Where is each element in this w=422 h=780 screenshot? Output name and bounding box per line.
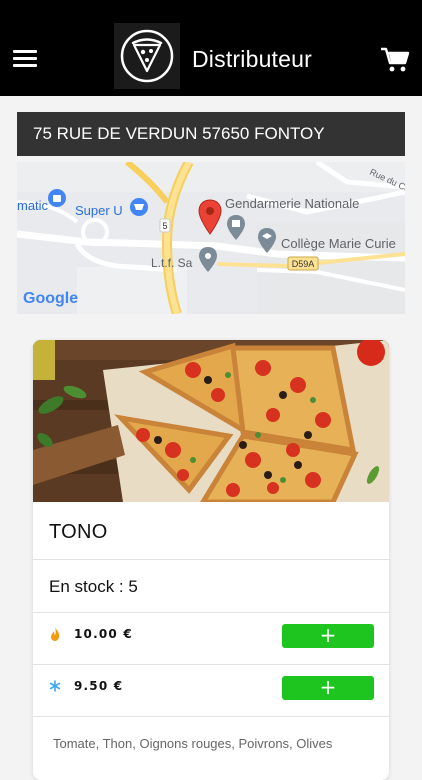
product-card: TONO En stock : 5 10.00 € + 9.50 € + Tom… <box>33 340 389 780</box>
price-value-hot: 10.00 € <box>74 627 133 641</box>
map-shop-marker[interactable] <box>48 189 66 207</box>
hamburger-menu-icon[interactable] <box>13 49 37 67</box>
pizza-slice-logo <box>114 23 180 89</box>
add-cold-button[interactable]: + <box>282 676 374 700</box>
price-row-hot: 10.00 € + <box>33 612 389 662</box>
flame-icon <box>49 626 61 642</box>
map-label-gendarmerie: Gendarmerie Nationale <box>225 196 359 211</box>
location-map[interactable]: 5 D59A matic Super U Gendarmerie Nationa… <box>17 162 405 314</box>
map-label-super-u: Super U <box>75 203 123 218</box>
pizza-image <box>33 340 389 505</box>
add-hot-button[interactable]: + <box>282 624 374 648</box>
price-row-cold: 9.50 € + <box>33 664 389 714</box>
delivery-address: 75 RUE DE VERDUN 57650 FONTOY <box>17 112 405 156</box>
google-logo: Google <box>23 290 78 307</box>
shopping-cart-icon[interactable] <box>380 44 410 74</box>
map-label-college: Collège Marie Curie <box>281 236 396 251</box>
snowflake-icon <box>49 678 61 694</box>
stock-label: En stock : 5 <box>49 577 138 596</box>
map-label-ltf: L.t.f. Sa <box>151 256 193 270</box>
ingredients-text: Tomate, Thon, Oignons rouges, Poivrons, … <box>53 736 333 751</box>
price-value-cold: 9.50 € <box>74 679 124 693</box>
map-label-matic: matic <box>17 198 49 213</box>
map-road-5-label: 5 <box>162 221 167 231</box>
map-cart-marker[interactable] <box>130 198 148 216</box>
divider <box>33 716 389 717</box>
app-header: Distributeur <box>0 0 422 96</box>
map-road-d59a-label: D59A <box>292 259 315 269</box>
product-name: TONO <box>49 521 108 543</box>
divider <box>33 559 389 560</box>
app-title: Distributeur <box>192 46 312 72</box>
